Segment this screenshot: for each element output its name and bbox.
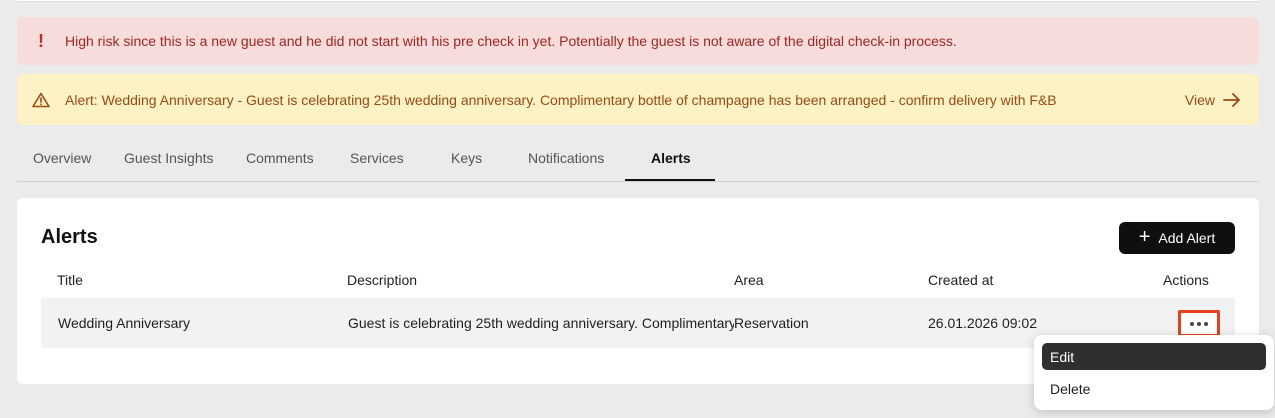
- tab-services[interactable]: Services: [350, 135, 404, 181]
- alert-banner: Alert: Wedding Anniversary - Guest is ce…: [17, 74, 1259, 125]
- alert-title-cell: Wedding Anniversary: [58, 315, 191, 331]
- column-header-title: Title: [57, 272, 83, 288]
- actions-dropdown-menu: Edit Delete: [1034, 335, 1274, 410]
- alert-banner-text: Alert: Wedding Anniversary - Guest is ce…: [65, 91, 1057, 108]
- reservation-tabs: Overview Guest Insights Comments Service…: [17, 135, 1259, 182]
- risk-banner: ! High risk since this is a new guest an…: [17, 17, 1259, 65]
- column-header-actions: Actions: [1163, 272, 1209, 288]
- tab-keys[interactable]: Keys: [451, 135, 482, 181]
- column-header-description: Description: [347, 272, 418, 288]
- tab-notifications[interactable]: Notifications: [528, 135, 604, 181]
- view-link-label: View: [1184, 91, 1215, 108]
- more-dots-icon-dot: [1197, 321, 1201, 326]
- risk-banner-text: High risk since this is a new guest and …: [65, 33, 957, 49]
- top-card-edge: [17, 0, 1259, 2]
- alert-created-at-cell: 26.01.2026 09:02: [928, 315, 1037, 331]
- view-alert-link[interactable]: View: [1185, 92, 1241, 108]
- add-alert-button[interactable]: + Add Alert: [1119, 222, 1235, 254]
- active-tab-indicator: [625, 179, 715, 181]
- warning-triangle-icon: [17, 92, 65, 108]
- plus-icon: +: [1138, 226, 1151, 248]
- arrow-right-icon: [1223, 92, 1240, 107]
- tab-guest-insights[interactable]: Guest Insights: [124, 135, 214, 181]
- alerts-card-title: Alerts: [41, 226, 98, 248]
- add-alert-label: Add Alert: [1158, 230, 1216, 246]
- more-actions-button[interactable]: [1178, 310, 1220, 337]
- more-dots-icon-dot: [1204, 321, 1208, 326]
- tab-overview[interactable]: Overview: [33, 135, 91, 181]
- menu-item-edit[interactable]: Edit: [1042, 343, 1266, 370]
- column-header-area: Area: [734, 272, 764, 288]
- more-dots-icon: [1190, 321, 1194, 326]
- column-header-created-at: Created at: [928, 272, 994, 288]
- tab-alerts[interactable]: Alerts: [651, 135, 691, 181]
- alert-description-cell: Guest is celebrating 25th wedding annive…: [348, 315, 734, 331]
- exclamation-icon: !: [38, 30, 44, 51]
- tab-comments[interactable]: Comments: [246, 135, 314, 181]
- alert-area-cell: Reservation: [734, 315, 809, 331]
- menu-item-delete[interactable]: Delete: [1042, 375, 1266, 402]
